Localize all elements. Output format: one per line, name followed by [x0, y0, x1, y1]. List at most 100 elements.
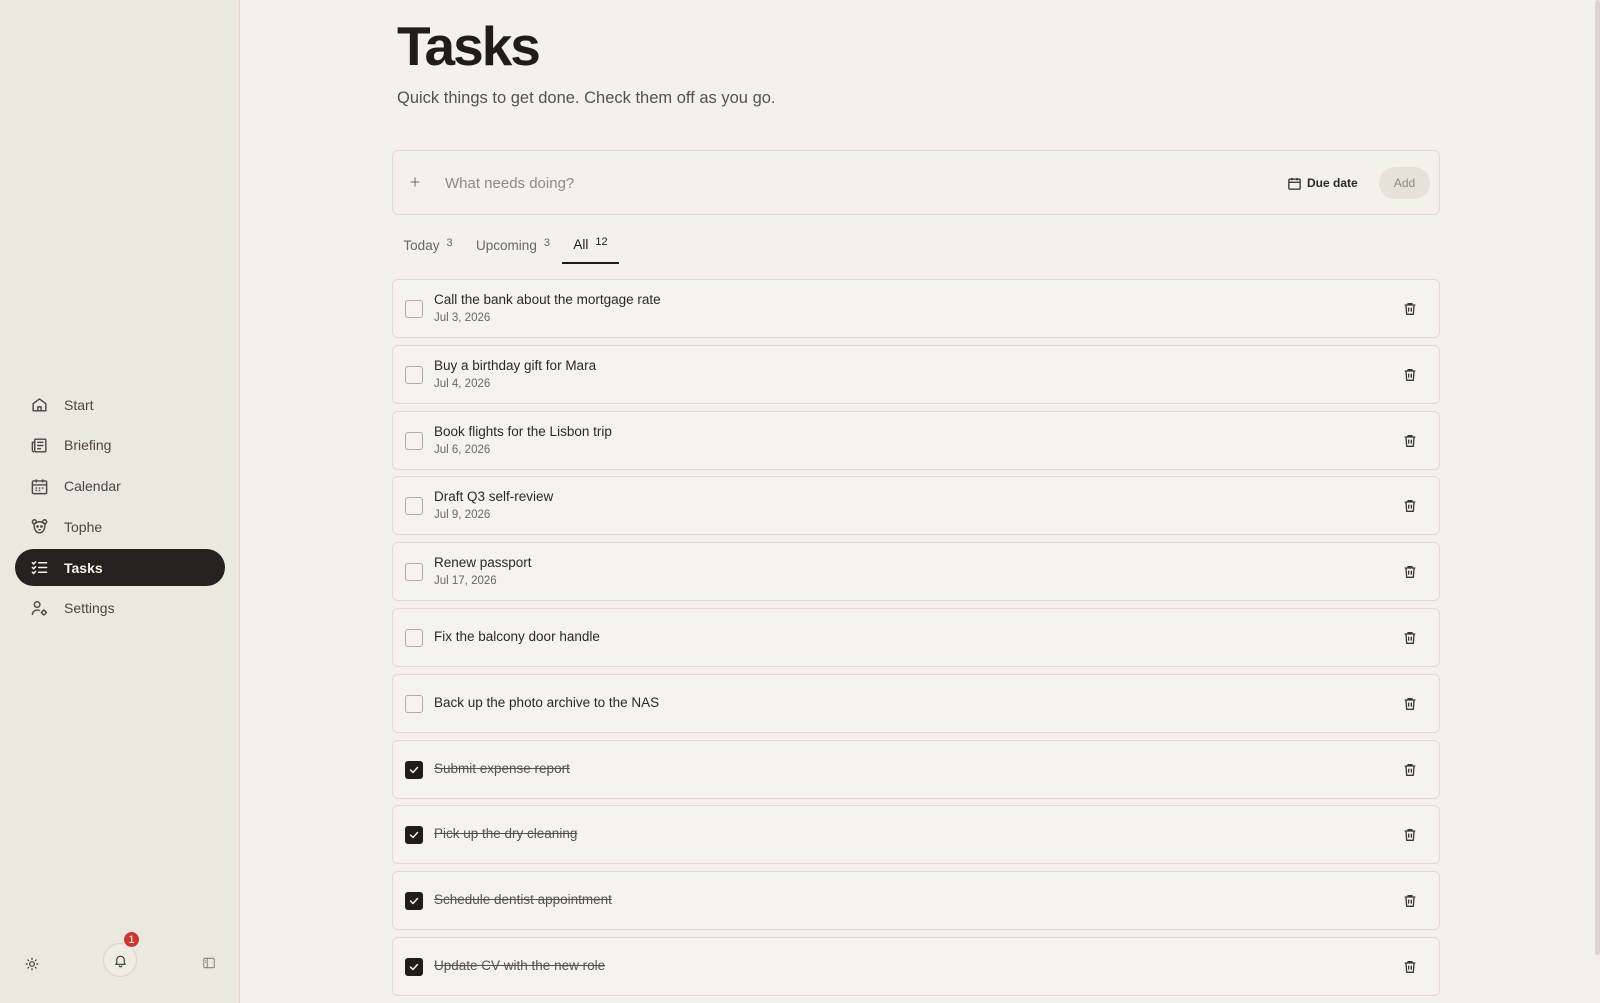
trash-icon: [1404, 960, 1416, 973]
page-title: Tasks: [397, 15, 541, 77]
delete-task-button[interactable]: [1401, 892, 1419, 910]
tab-label: Today: [403, 237, 440, 253]
delete-task-button[interactable]: [1401, 826, 1419, 844]
task-checkbox[interactable]: [405, 892, 423, 911]
trash-icon: [1404, 368, 1416, 381]
task-due-date: Jul 4, 2026: [434, 377, 491, 390]
task-title: Call the bank about the mortgage rate: [434, 292, 661, 307]
due-date-button[interactable]: Due date: [1287, 171, 1358, 195]
task-checkbox[interactable]: [405, 760, 423, 779]
sidebar-item-tasks[interactable]: Tasks: [15, 549, 225, 587]
sidebar-item-label: Tasks: [64, 559, 103, 576]
sidebar-footer: 1: [0, 930, 240, 1003]
sidebar-item-start[interactable]: Start: [15, 386, 225, 423]
task-row[interactable]: Buy a birthday gift for Mara Jul 4, 2026: [392, 344, 1440, 404]
delete-task-button[interactable]: [1401, 761, 1419, 779]
tab-upcoming[interactable]: Upcoming 3: [466, 226, 560, 264]
task-row[interactable]: Draft Q3 self-review Jul 9, 2026: [392, 476, 1440, 536]
task-checkbox[interactable]: [405, 628, 423, 647]
task-row[interactable]: Submit expense report: [392, 739, 1440, 799]
calendar-icon: [29, 476, 49, 496]
delete-task-button[interactable]: [1401, 958, 1419, 976]
task-title: Pick up the dry cleaning: [434, 826, 578, 842]
sidebar-item-label: Tophe: [64, 518, 103, 535]
task-row[interactable]: Back up the photo archive to the NAS: [392, 673, 1440, 733]
delete-task-button[interactable]: [1401, 497, 1419, 515]
trash-icon: [1404, 631, 1416, 644]
task-title: Renew passport: [434, 555, 532, 571]
tab-count: 3: [446, 237, 453, 249]
task-checkbox[interactable]: [405, 694, 423, 713]
tab-today[interactable]: Today 3: [392, 226, 464, 264]
bear-face-icon: [29, 517, 49, 537]
task-row[interactable]: Pick up the dry cleaning: [392, 805, 1440, 865]
task-due-date: Jul 17, 2026: [434, 575, 497, 588]
sidebar-item-label: Briefing: [64, 437, 112, 454]
task-row[interactable]: Fix the balcony door handle: [392, 607, 1440, 667]
task-title: Draft Q3 self-review: [434, 489, 554, 505]
plus-icon: [405, 172, 425, 192]
trash-icon: [1404, 303, 1416, 315]
newspaper-icon: [29, 435, 49, 455]
task-row[interactable]: Book flights for the Lisbon trip Jul 6, 2…: [392, 410, 1440, 470]
tab-label: All: [573, 236, 589, 252]
task-title: Book flights for the Lisbon trip: [434, 423, 612, 439]
task-list: Call the bank about the mortgage rate Jul…: [392, 279, 1440, 1003]
delete-task-button[interactable]: [1401, 366, 1419, 384]
delete-task-button[interactable]: [1401, 629, 1419, 647]
task-row[interactable]: Renew passport Jul 17, 2026: [392, 542, 1440, 602]
task-list-icon: [29, 558, 49, 578]
tab-all[interactable]: All 12: [562, 226, 619, 264]
tab-count: 3: [543, 237, 550, 249]
bell-icon: [113, 953, 128, 968]
scrollbar[interactable]: [1595, 0, 1600, 955]
new-task-input[interactable]: [445, 169, 1245, 197]
trash-icon: [1404, 434, 1416, 447]
main-content: Tasks Quick things to get done. Check th…: [240, 0, 1595, 1003]
task-checkbox[interactable]: [405, 300, 423, 318]
page-subtitle: Quick things to get done. Check them off…: [397, 89, 776, 107]
delete-task-button[interactable]: [1401, 300, 1419, 318]
notification-badge: 1: [122, 930, 141, 949]
checkmark-icon: [409, 766, 419, 773]
sidebar-item-label: Settings: [64, 600, 115, 617]
trash-icon: [1404, 763, 1416, 776]
sidebar-nav: Start Briefing Calendar Tophe Tasks Sett…: [15, 386, 225, 631]
sidebar-item-briefing[interactable]: Briefing: [15, 427, 225, 464]
checkmark-icon: [409, 897, 419, 905]
trash-icon: [1404, 895, 1416, 908]
delete-task-button[interactable]: [1401, 432, 1419, 450]
task-title: Fix the balcony door handle: [434, 628, 600, 644]
task-title: Submit expense report: [434, 760, 570, 776]
task-title: Buy a birthday gift for Mara: [434, 357, 597, 373]
task-row[interactable]: Call the bank about the mortgage rate Jul…: [392, 279, 1440, 338]
tab-label: Upcoming: [476, 237, 537, 253]
sun-icon[interactable]: [22, 954, 42, 974]
task-row[interactable]: Update CV with the new role: [392, 936, 1440, 996]
home-icon: [29, 395, 49, 415]
task-due-date: Jul 3, 2026: [434, 312, 491, 324]
sidebar: Start Briefing Calendar Tophe Tasks Sett…: [0, 0, 240, 1003]
sidebar-item-tophe[interactable]: Tophe: [15, 508, 225, 545]
task-row[interactable]: Schedule dentist appointment: [392, 871, 1440, 931]
sidebar-collapse-icon[interactable]: [200, 954, 218, 972]
trash-icon: [1404, 829, 1416, 842]
delete-task-button[interactable]: [1401, 695, 1419, 713]
task-checkbox[interactable]: [405, 563, 423, 582]
add-task-button[interactable]: Add: [1379, 167, 1430, 199]
trash-icon: [1404, 697, 1416, 710]
sidebar-item-calendar[interactable]: Calendar: [15, 468, 225, 505]
task-checkbox[interactable]: [405, 957, 423, 976]
task-checkbox[interactable]: [405, 826, 423, 845]
task-title: Update CV with the new role: [434, 957, 606, 973]
due-date-label: Due date: [1307, 176, 1358, 190]
sidebar-item-settings[interactable]: Settings: [15, 590, 225, 627]
task-title: Back up the photo archive to the NAS: [434, 694, 660, 710]
task-checkbox[interactable]: [405, 365, 423, 384]
delete-task-button[interactable]: [1401, 563, 1419, 581]
task-tabs: Today 3 Upcoming 3 All 12: [392, 226, 1440, 264]
tab-count: 12: [595, 236, 608, 248]
task-checkbox[interactable]: [405, 497, 423, 516]
task-due-date: Jul 9, 2026: [434, 509, 491, 522]
task-checkbox[interactable]: [405, 431, 423, 450]
